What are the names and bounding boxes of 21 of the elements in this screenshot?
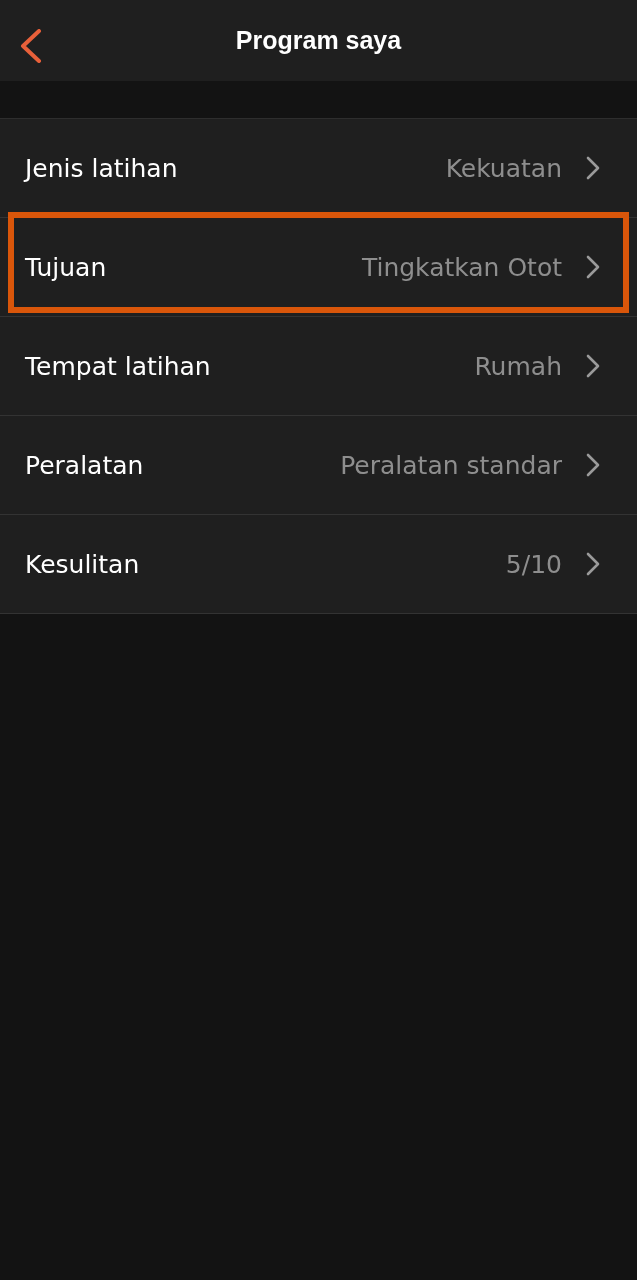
screen-title: Program saya [235,26,402,55]
setting-value: Kekuatan [445,153,562,183]
setting-value: 5/10 [505,549,562,579]
setting-value: Peralatan standar [340,450,562,480]
settings-row[interactable]: Tempat latihan Rumah [0,317,637,416]
setting-value: Rumah [474,351,562,381]
chevron-right-icon [586,354,600,378]
setting-value: Tingkatkan Otot [361,252,562,282]
settings-row[interactable]: Peralatan Peralatan standar [0,416,637,515]
setting-label: Tempat latihan [25,351,212,381]
setting-label: Peralatan [25,450,145,480]
settings-row[interactable]: Kesulitan 5/10 [0,515,637,614]
chevron-right-icon [586,552,600,576]
chevron-right-icon [586,156,600,180]
back-chevron-icon [20,29,42,63]
chevron-right-icon [586,255,600,279]
setting-label: Kesulitan [25,549,141,579]
setting-label: Jenis latihan [25,153,179,183]
settings-row[interactable]: Jenis latihan Kekuatan [0,119,637,218]
chevron-right-icon [586,453,600,477]
setting-label: Tujuan [25,252,108,282]
